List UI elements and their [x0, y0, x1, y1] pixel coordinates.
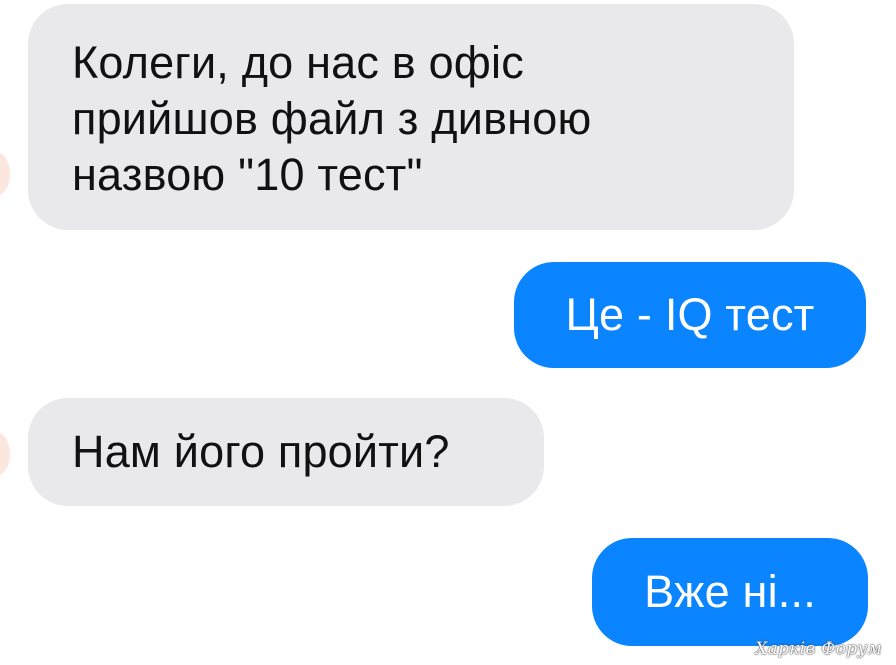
sender-avatar: [0, 152, 10, 196]
sender-avatar: [0, 432, 10, 476]
outgoing-message-bubble[interactable]: Це - IQ тест: [514, 262, 866, 368]
outgoing-message-bubble[interactable]: Вже ні...: [592, 538, 868, 646]
chat-thread: Колеги, до нас в офіс прийшов файл з див…: [0, 0, 896, 665]
incoming-message-bubble[interactable]: Нам його пройти?: [28, 398, 544, 506]
watermark-label: Харків Форум: [755, 639, 882, 659]
incoming-message-bubble[interactable]: Колеги, до нас в офіс прийшов файл з див…: [28, 4, 794, 230]
